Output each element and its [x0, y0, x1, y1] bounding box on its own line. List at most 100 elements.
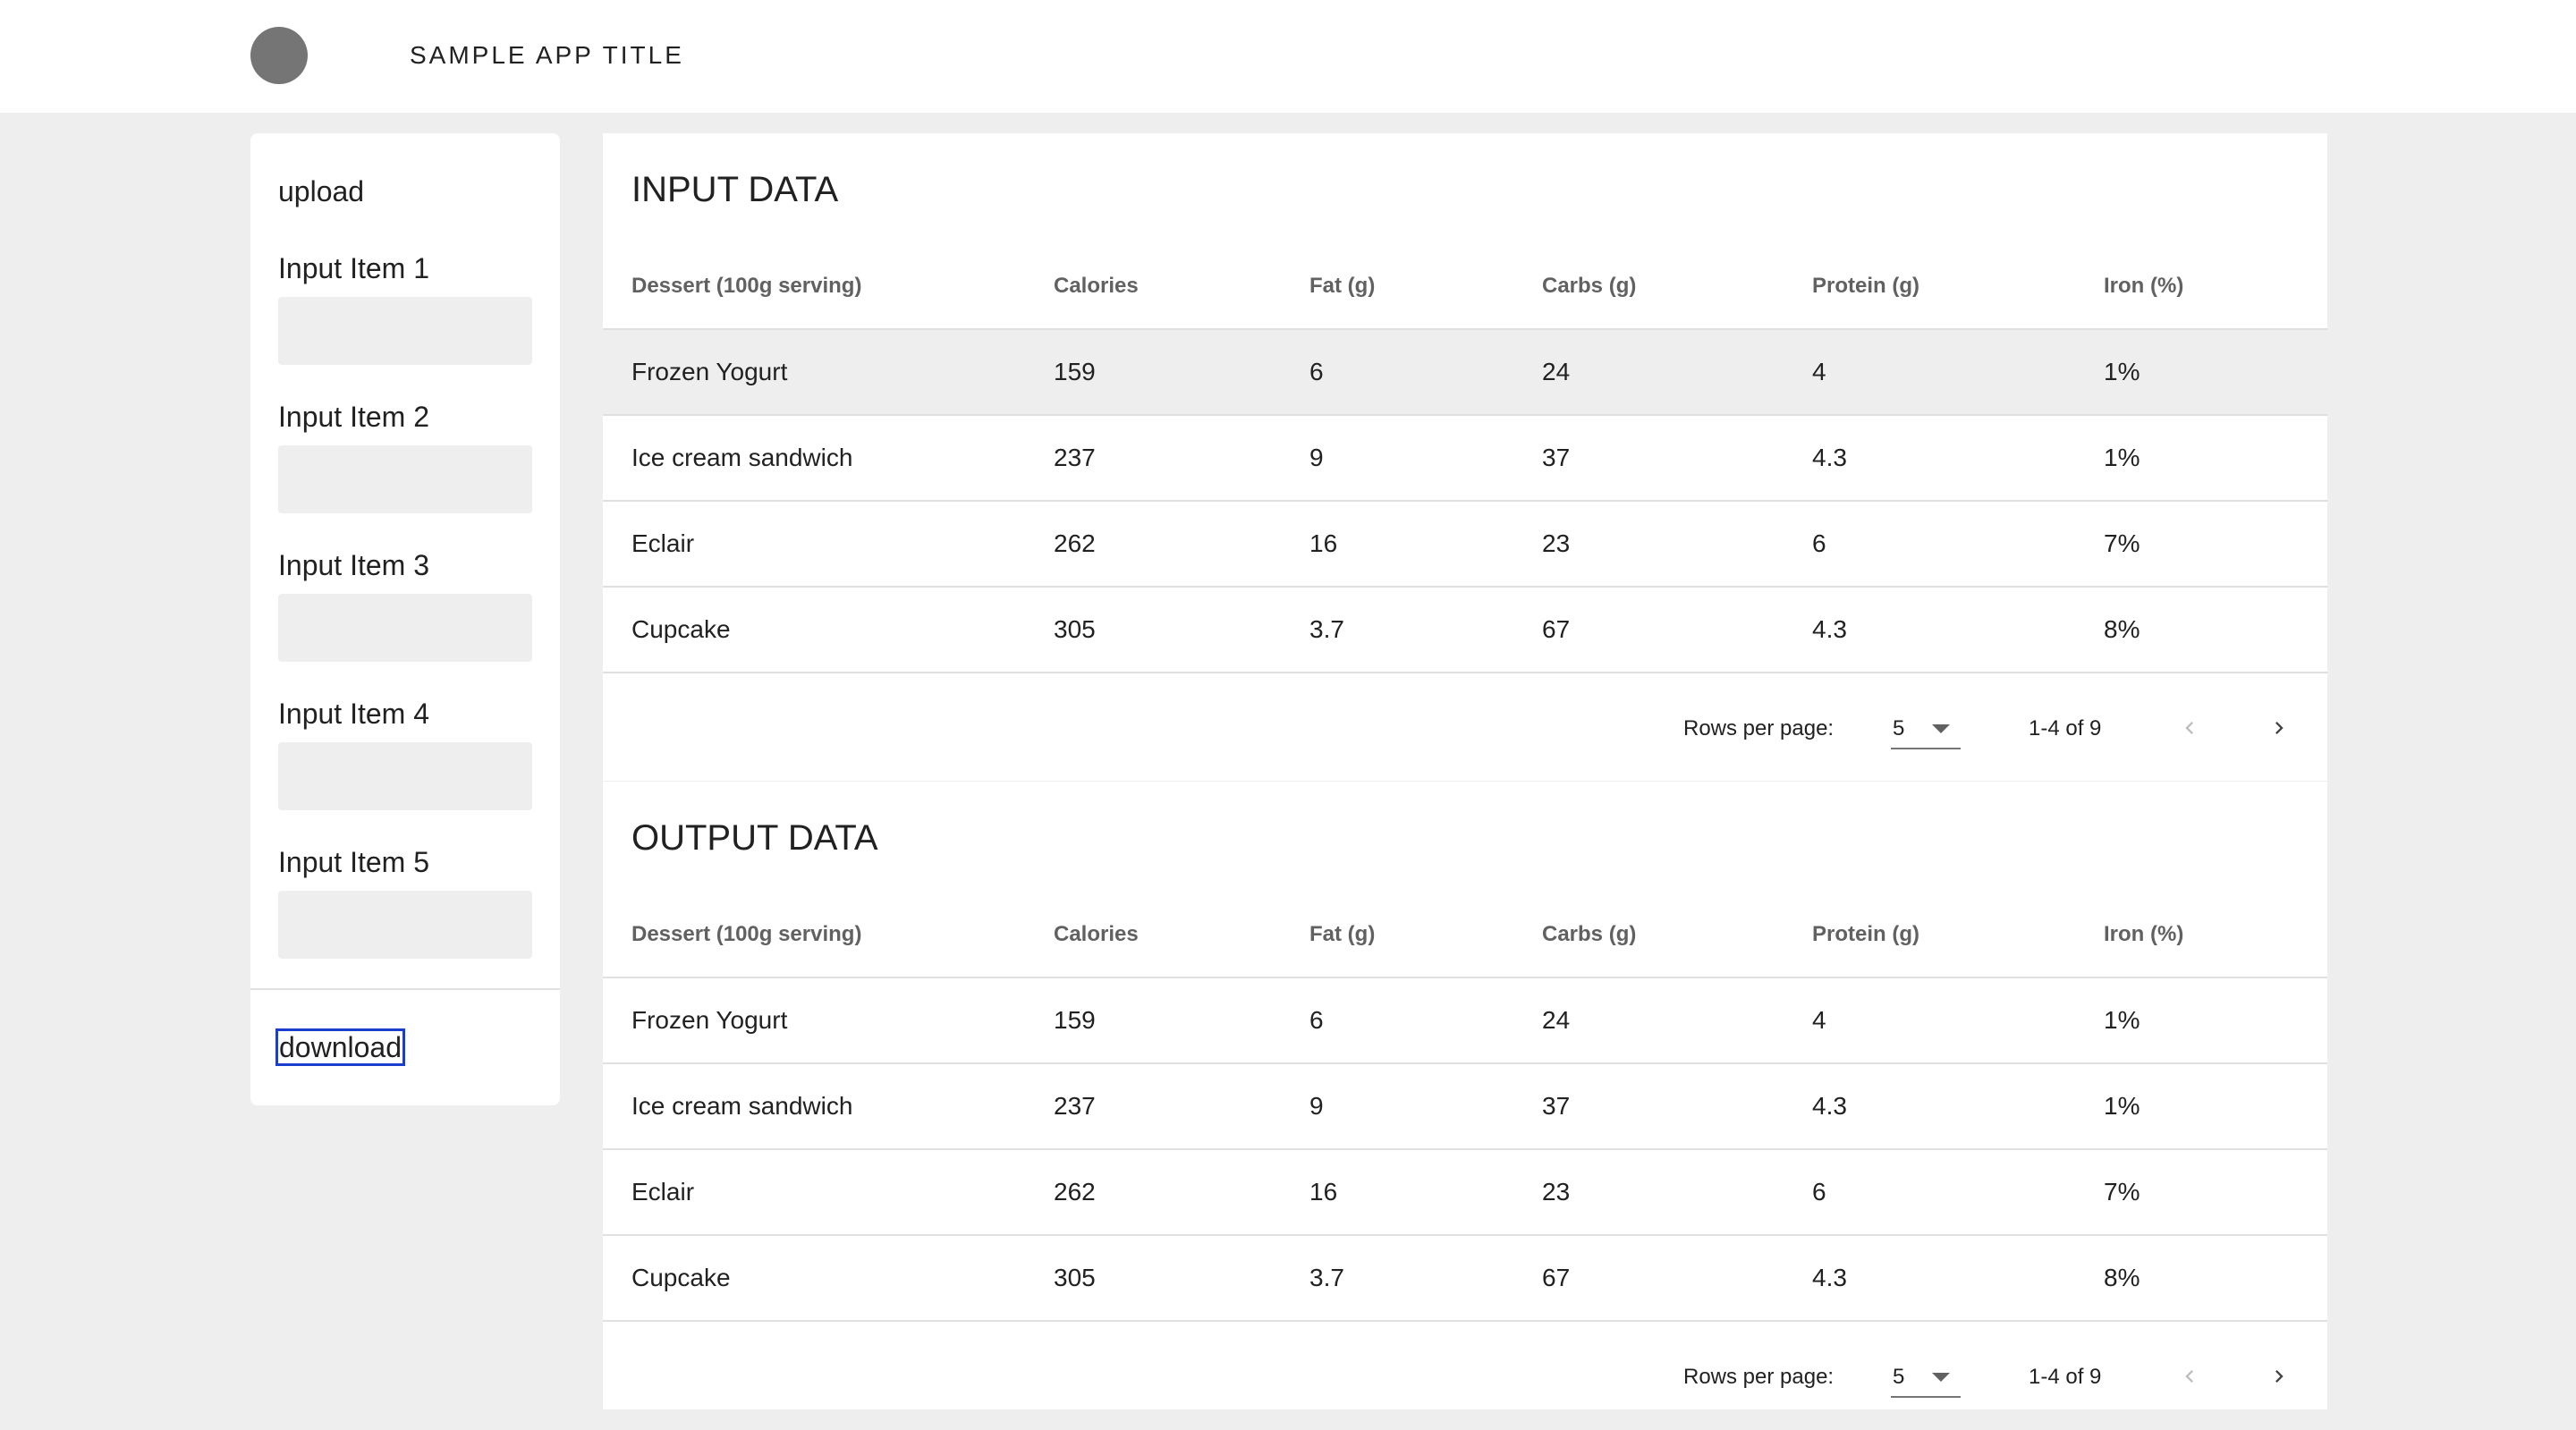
table-cell: 9 [1309, 415, 1542, 502]
table-row[interactable]: Ice cream sandwich 237 9 37 4.3 1% [603, 1063, 2327, 1150]
input-item-5-field[interactable] [278, 891, 532, 959]
table-cell: 1% [2104, 329, 2327, 416]
table-cell: 4 [1812, 329, 2104, 416]
table-cell: 16 [1309, 1149, 1542, 1236]
table-cell: Frozen Yogurt [603, 977, 1054, 1064]
column-header[interactable]: Iron (%) [2104, 243, 2327, 330]
output-table-pagination: Rows per page: 5 1-4 of 9 [603, 1324, 2327, 1430]
table-cell: 262 [1054, 501, 1309, 588]
column-header[interactable]: Protein (g) [1812, 243, 2104, 330]
rows-per-page-value: 5 [1893, 716, 1905, 740]
table-cell: 6 [1812, 501, 2104, 588]
table-cell: 4 [1812, 977, 2104, 1064]
column-header[interactable]: Calories [1054, 892, 1309, 978]
input-item-3-label: Input Item 3 [278, 549, 429, 581]
next-page-button[interactable] [2258, 1355, 2301, 1398]
rows-per-page-label: Rows per page: [1683, 1365, 1835, 1389]
upload-link[interactable]: upload [278, 173, 364, 209]
column-header[interactable]: Dessert (100g serving) [603, 243, 1054, 330]
table-cell: 159 [1054, 329, 1309, 416]
column-header[interactable]: Fat (g) [1309, 243, 1542, 330]
table-cell: 8% [2104, 587, 2327, 673]
chevron-left-icon [2185, 722, 2193, 734]
table-cell: 8% [2104, 1235, 2327, 1322]
table-row[interactable]: Frozen Yogurt 159 6 24 4 1% [603, 329, 2327, 416]
app-logo[interactable] [250, 27, 308, 84]
table-row[interactable]: Ice cream sandwich 237 9 37 4.3 1% [603, 415, 2327, 502]
table-cell: 4.3 [1812, 587, 2104, 673]
table-cell: 4.3 [1812, 1063, 2104, 1150]
table-cell: 37 [1542, 1063, 1812, 1150]
input-data-table: Dessert (100g serving) Calories Fat (g) … [603, 243, 2327, 673]
table-cell: 237 [1054, 415, 1309, 502]
table-cell: 24 [1542, 329, 1812, 416]
chevron-left-icon [2185, 1370, 2193, 1383]
caret-down-icon [1932, 1373, 1950, 1382]
input-item-5: Input Item 5 [278, 844, 532, 959]
table-cell: 9 [1309, 1063, 1542, 1150]
table-row[interactable]: Eclair 262 16 23 6 7% [603, 1149, 2327, 1236]
chevron-right-icon [2275, 722, 2284, 734]
table-cell: 67 [1542, 1235, 1812, 1322]
table-cell: 7% [2104, 501, 2327, 588]
table-cell: 67 [1542, 587, 1812, 673]
input-item-3: Input Item 3 [278, 547, 532, 662]
table-cell: Cupcake [603, 1235, 1054, 1322]
table-row[interactable]: Eclair 262 16 23 6 7% [603, 501, 2327, 588]
column-header[interactable]: Calories [1054, 243, 1309, 330]
table-cell: Frozen Yogurt [603, 329, 1054, 416]
input-item-5-label: Input Item 5 [278, 846, 429, 878]
input-item-2-field[interactable] [278, 445, 532, 513]
next-page-button[interactable] [2258, 707, 2301, 749]
rows-per-page-select[interactable]: 5 [1891, 708, 1961, 749]
table-row[interactable]: Frozen Yogurt 159 6 24 4 1% [603, 977, 2327, 1064]
column-header[interactable]: Iron (%) [2104, 892, 2327, 978]
column-header[interactable]: Fat (g) [1309, 892, 1542, 978]
table-cell: 7% [2104, 1149, 2327, 1236]
input-item-4: Input Item 4 [278, 696, 532, 810]
column-header[interactable]: Carbs (g) [1542, 892, 1812, 978]
download-link[interactable]: download [275, 1028, 405, 1066]
sidebar: upload Input Item 1 Input Item 2 Input I… [250, 133, 560, 1105]
table-cell: 6 [1309, 977, 1542, 1064]
input-item-2: Input Item 2 [278, 399, 532, 513]
table-header-row: Dessert (100g serving) Calories Fat (g) … [603, 892, 2327, 978]
table-header-row: Dessert (100g serving) Calories Fat (g) … [603, 243, 2327, 330]
rows-per-page-select[interactable]: 5 [1891, 1357, 1961, 1398]
input-item-1: Input Item 1 [278, 250, 532, 365]
input-data-title: INPUT DATA [631, 170, 839, 209]
input-item-4-field[interactable] [278, 742, 532, 810]
input-item-4-label: Input Item 4 [278, 698, 429, 730]
page-range: 1-4 of 9 [2029, 1365, 2102, 1389]
previous-page-button[interactable] [2168, 707, 2211, 749]
table-cell: 23 [1542, 1149, 1812, 1236]
caret-down-icon [1932, 724, 1950, 733]
chevron-right-icon [2275, 1370, 2284, 1383]
input-item-3-field[interactable] [278, 594, 532, 662]
table-cell: 3.7 [1309, 1235, 1542, 1322]
table-cell: Eclair [603, 1149, 1054, 1236]
input-item-1-label: Input Item 1 [278, 252, 429, 284]
input-data-panel: INPUT DATA Dessert (100g serving) Calori… [603, 133, 2327, 781]
previous-page-button[interactable] [2168, 1355, 2211, 1398]
column-header[interactable]: Protein (g) [1812, 892, 2104, 978]
table-cell: 4.3 [1812, 1235, 2104, 1322]
table-row[interactable]: Cupcake 305 3.7 67 4.3 8% [603, 587, 2327, 673]
app-title: SAMPLE APP TITLE [410, 41, 684, 69]
output-data-panel: OUTPUT DATA Dessert (100g serving) Calor… [603, 782, 2327, 1409]
input-item-1-field[interactable] [278, 297, 532, 365]
column-header[interactable]: Carbs (g) [1542, 243, 1812, 330]
table-row[interactable]: Cupcake 305 3.7 67 4.3 8% [603, 1235, 2327, 1322]
table-cell: 6 [1309, 329, 1542, 416]
sidebar-divider [250, 988, 560, 990]
table-cell: 305 [1054, 1235, 1309, 1322]
table-cell: 24 [1542, 977, 1812, 1064]
table-cell: 23 [1542, 501, 1812, 588]
column-header[interactable]: Dessert (100g serving) [603, 892, 1054, 978]
output-data-title: OUTPUT DATA [631, 818, 878, 858]
table-cell: Ice cream sandwich [603, 1063, 1054, 1150]
rows-per-page-label: Rows per page: [1683, 716, 1835, 740]
app-bar: SAMPLE APP TITLE [0, 0, 2576, 113]
page-range: 1-4 of 9 [2029, 716, 2102, 740]
table-cell: 3.7 [1309, 587, 1542, 673]
